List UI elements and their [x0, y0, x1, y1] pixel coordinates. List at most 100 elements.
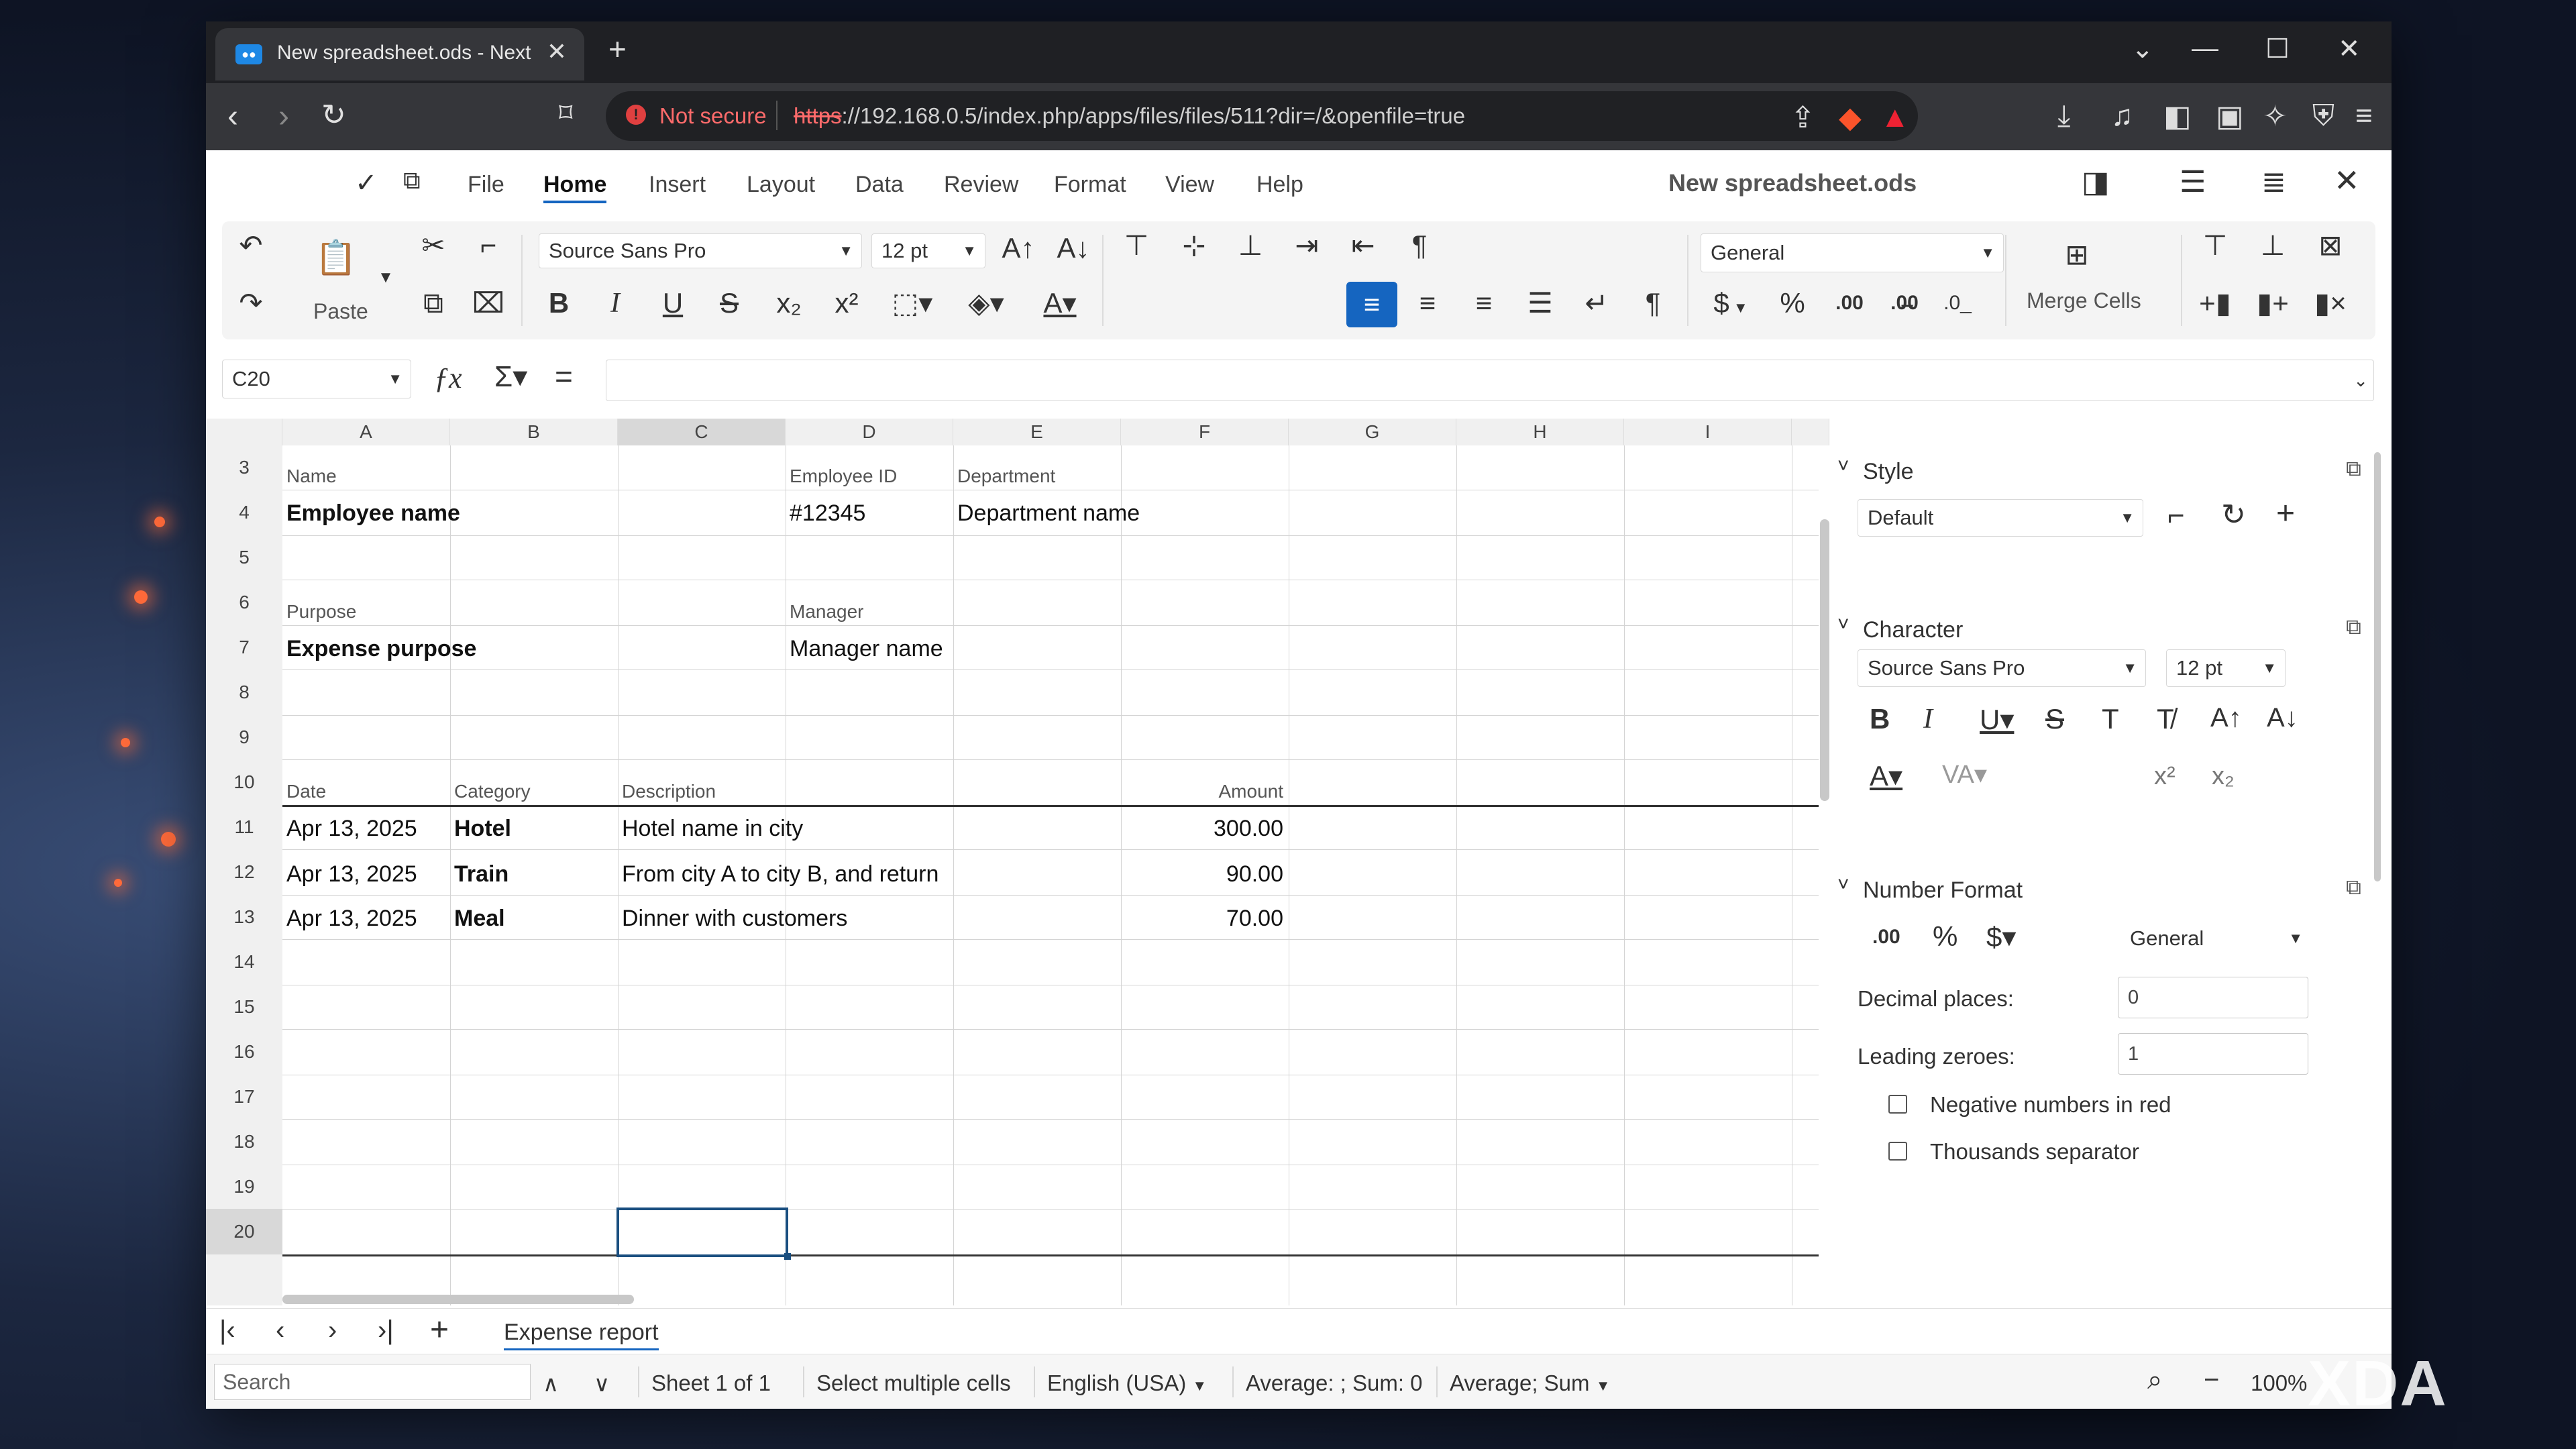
cut-icon[interactable]: ✂ [410, 225, 457, 266]
row-header[interactable]: 12 [206, 849, 282, 895]
clear-formatting-icon[interactable]: ⌧ [465, 283, 512, 323]
cell-amount[interactable]: 300.00 [1125, 816, 1283, 842]
row-header[interactable]: 16 [206, 1029, 282, 1075]
row-header[interactable]: 13 [206, 895, 282, 939]
copy-icon[interactable]: ⧉ [410, 283, 457, 323]
style-more-options-icon[interactable]: ⧉ [2346, 456, 2361, 482]
number-format-more-options-icon[interactable]: ⧉ [2346, 875, 2361, 900]
insert-rows-below-icon[interactable]: ⊥ [2249, 225, 2296, 266]
cell-description[interactable]: From city A to city B, and return [622, 861, 938, 888]
strikethrough-icon[interactable]: S [709, 283, 749, 323]
close-window-icon[interactable]: ✕ [2338, 34, 2361, 64]
formula-input[interactable]: ⌄ [606, 360, 2374, 401]
number-format-section-header[interactable]: Number Format [1837, 873, 2023, 904]
selected-cell-c20[interactable] [616, 1208, 791, 1260]
browser-tab[interactable]: ●● New spreadsheet.ods - NextClo ✕ [215, 28, 584, 80]
column-header-a[interactable]: A [282, 419, 450, 445]
cell-a10[interactable]: Date [286, 781, 326, 802]
justify-icon[interactable]: ☰ [1518, 283, 1562, 323]
font-name-select[interactable]: Source Sans Pro ▼ [539, 233, 862, 268]
row-header[interactable]: 7 [206, 625, 282, 669]
list-icon[interactable]: ☰ [2180, 165, 2206, 199]
style-section-header[interactable]: Style [1837, 455, 1913, 485]
brave-rewards-icon[interactable]: ▲ [1880, 101, 1910, 134]
next-sheet-icon[interactable]: › [328, 1316, 337, 1346]
paste-label[interactable]: Paste [313, 299, 368, 324]
cell-a4[interactable]: Employee name [286, 500, 460, 527]
edit-icon[interactable]: ⧉ [403, 166, 421, 195]
remove-decimal-icon[interactable]: .0̶0 [1879, 283, 1930, 323]
menu-file[interactable]: File [468, 172, 504, 198]
column-header-d[interactable]: D [786, 419, 953, 445]
sidebar-toggle-icon[interactable]: ◨ [2082, 165, 2110, 199]
vpn-icon[interactable]: ⛨ [2312, 99, 2334, 133]
insert-rows-above-icon[interactable]: ⊤ [2192, 225, 2239, 266]
cell-category[interactable]: Train [454, 861, 508, 888]
zoom-level[interactable]: 100% [2251, 1371, 2307, 1396]
row-header[interactable]: 10 [206, 759, 282, 805]
column-header-c[interactable]: C [618, 419, 786, 445]
paste-dropdown-icon[interactable]: ▼ [372, 258, 399, 298]
function-wizard-icon[interactable]: ƒx [434, 361, 462, 395]
leo-icon[interactable]: ✧ [2263, 99, 2288, 133]
download-icon[interactable]: ⤓ [2057, 99, 2070, 133]
cell-description[interactable]: Dinner with customers [622, 906, 847, 932]
row-header[interactable]: 8 [206, 669, 282, 715]
row-header[interactable]: 17 [206, 1075, 282, 1119]
cell-a6[interactable]: Purpose [286, 601, 356, 623]
wrap-text-icon[interactable]: ↵ [1574, 283, 1619, 323]
checkmark-icon[interactable]: ✓ [355, 168, 378, 199]
character-spacing-icon[interactable]: VA▾ [1942, 759, 1987, 790]
language-select[interactable]: English (USA) ▼ [1047, 1371, 1207, 1396]
merge-cells-icon[interactable]: ⊞ [2053, 235, 2100, 275]
clear-direct-formatting-icon[interactable]: T̸ [2157, 703, 2174, 735]
row-header[interactable]: 5 [206, 535, 282, 580]
corner-header[interactable] [206, 419, 282, 445]
cell-a3[interactable]: Name [286, 466, 337, 487]
cell-e3[interactable]: Department [957, 466, 1055, 487]
cell-c10[interactable]: Description [622, 781, 716, 802]
column-header-h[interactable]: H [1456, 419, 1624, 445]
align-right-icon[interactable]: ≡ [1462, 283, 1506, 323]
vertical-scrollbar[interactable] [1820, 519, 1829, 801]
cell-d6[interactable]: Manager [790, 601, 864, 623]
align-center-icon[interactable]: ≡ [1405, 283, 1450, 323]
url-bar[interactable]: ! Not secure https://192.168.0.5/index.p… [606, 91, 1918, 141]
cell-description[interactable]: Hotel name in city [622, 816, 803, 842]
column-header-g[interactable]: G [1289, 419, 1456, 445]
underline-icon[interactable]: U▾ [1980, 703, 2014, 736]
column-header-i[interactable]: I [1624, 419, 1792, 445]
search-input[interactable]: Search [214, 1364, 531, 1400]
share-icon[interactable]: ⇪ [1790, 101, 1815, 135]
forward-icon[interactable]: › [278, 98, 289, 135]
chevron-down-icon[interactable]: ⌄ [2131, 34, 2154, 64]
column-header-b[interactable]: B [450, 419, 618, 445]
expand-formula-icon[interactable]: ⌄ [2353, 360, 2368, 400]
decimal-places-input[interactable]: 0 [2118, 977, 2308, 1018]
percent-icon[interactable]: % [1769, 283, 1816, 323]
close-document-icon[interactable]: ✕ [2334, 162, 2360, 199]
align-middle-icon[interactable]: ⊹ [1172, 225, 1216, 266]
strikethrough-icon[interactable]: S [2045, 703, 2064, 735]
italic-icon[interactable]: I [595, 283, 635, 323]
paste-icon[interactable]: 📋 [309, 237, 363, 278]
character-more-options-icon[interactable]: ⧉ [2346, 614, 2361, 640]
superscript-icon[interactable]: x² [2154, 762, 2176, 791]
cell-date[interactable]: Apr 13, 2025 [286, 816, 417, 842]
summary-mode-select[interactable]: Average; Sum ▼ [1450, 1371, 1610, 1396]
new-tab-icon[interactable]: + [608, 31, 627, 67]
menu-icon[interactable]: ≡ [2355, 99, 2373, 133]
cell-a7[interactable]: Expense purpose [286, 636, 476, 662]
bold-icon[interactable]: B [1870, 703, 1890, 735]
clone-formatting-icon[interactable]: ⌐ [465, 225, 512, 266]
row-header[interactable]: 18 [206, 1119, 282, 1165]
row-header-selected[interactable]: 20 [206, 1209, 282, 1254]
bold-icon[interactable]: B [539, 283, 579, 323]
undo-icon[interactable]: ↶ [227, 225, 274, 266]
back-icon[interactable]: ‹ [227, 98, 238, 135]
cell-category[interactable]: Hotel [454, 816, 511, 842]
shrink-font-icon[interactable]: A↓ [1050, 228, 1097, 268]
column-header-e[interactable]: E [953, 419, 1121, 445]
currency-icon[interactable]: $▾ [1986, 920, 2016, 953]
grow-font-icon[interactable]: A↑ [995, 228, 1042, 268]
